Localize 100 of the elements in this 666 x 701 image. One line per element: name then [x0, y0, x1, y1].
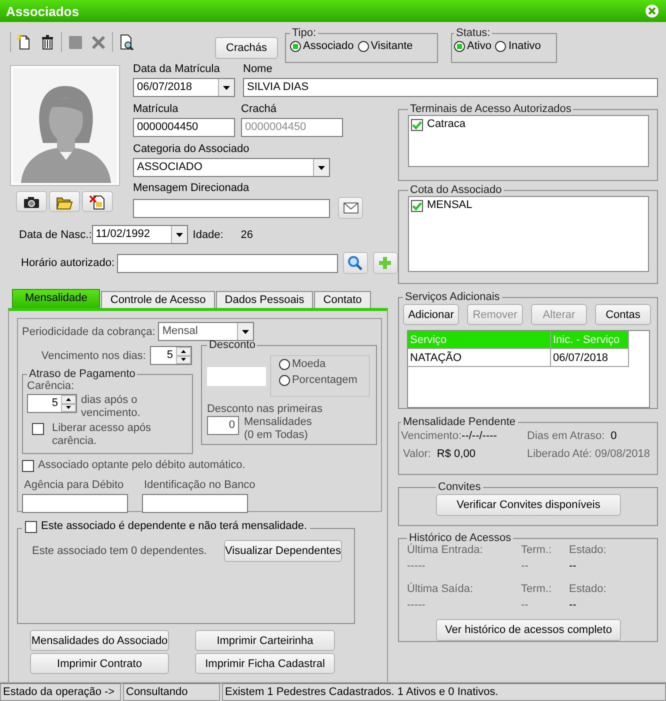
radio-button[interactable]: Visitante: [358, 40, 413, 52]
tab[interactable]: Controle de Acesso: [101, 291, 215, 308]
label: -----: [407, 599, 426, 612]
close-icon[interactable]: [645, 4, 659, 18]
caret-icon: [176, 232, 183, 236]
label: Nome: [243, 63, 272, 76]
dropdown[interactable]: 06/07/2018: [133, 78, 235, 97]
envelope-icon[interactable]: [342, 201, 358, 215]
spin-up-button[interactable]: [176, 347, 191, 356]
button[interactable]: Contas: [595, 304, 651, 325]
checkbox[interactable]: MENSAL: [411, 199, 472, 212]
search-icon[interactable]: [347, 255, 364, 271]
radio-button[interactable]: Inativo: [495, 40, 541, 52]
label: Crachá: [241, 103, 276, 116]
group-title: Terminais de Acesso Autorizados: [409, 103, 572, 115]
spin-box[interactable]: 5: [27, 394, 77, 413]
group-title: Status:: [455, 27, 492, 39]
dropdown[interactable]: ASSOCIADO: [133, 158, 330, 177]
group-title: Serviços Adicionais: [404, 291, 501, 303]
button[interactable]: Visualizar Dependentes: [224, 540, 342, 562]
label: --/--/----: [462, 430, 497, 442]
button[interactable]: Verificar Convites disponíveis: [436, 494, 621, 516]
input-field[interactable]: [22, 494, 128, 513]
spin-box[interactable]: 5: [150, 346, 192, 365]
input-field[interactable]: [116, 254, 338, 272]
label: Matrícula: [133, 103, 180, 116]
button[interactable]: Imprimir Contrato: [30, 653, 169, 674]
button[interactable]: Mensalidades do Associado: [30, 630, 169, 651]
label: Idade:: [192, 228, 224, 240]
label: Periodicidade da cobrança:: [22, 326, 156, 338]
label: R$ 0,00: [436, 448, 476, 460]
label: Última Entrada:: [407, 544, 484, 557]
table-cell: NATAÇÃO: [408, 349, 551, 367]
table-cell: 06/07/2018: [551, 349, 629, 367]
triangle-up-icon: [180, 350, 186, 353]
checkmark-icon: [412, 120, 422, 130]
label: Term.:: [521, 583, 553, 596]
tab[interactable]: Mensalidade: [12, 289, 100, 308]
status-text: Consultando: [123, 683, 220, 701]
button[interactable]: Imprimir Ficha Cadastral: [195, 653, 335, 674]
spin-up-button[interactable]: [61, 395, 76, 404]
checkbox[interactable]: Este associado é dependente e não terá mensalidade.: [25, 520, 308, 533]
input-field[interactable]: 0000004450: [133, 118, 235, 137]
label: --: [569, 560, 576, 573]
input-field[interactable]: SILVIA DIAS: [243, 78, 658, 97]
group-title: Cota do Associado: [409, 184, 503, 196]
label: Mensalidades (0 em Todas): [244, 416, 313, 442]
label: 26: [240, 228, 254, 240]
label: Valor:: [403, 448, 431, 460]
tab[interactable]: Dados Pessoais: [216, 291, 314, 308]
label: Desconto nas primeiras: [206, 403, 324, 416]
label: 0: [610, 430, 617, 442]
trash-icon[interactable]: [39, 34, 56, 50]
button[interactable]: Ver histórico de acessos completo: [436, 619, 621, 641]
button[interactable]: Imprimir Carteirinha: [195, 630, 335, 651]
label: dias após o vencimento.: [81, 394, 142, 420]
label: Estado:: [569, 544, 606, 557]
status-text: Existem 1 Pedestres Cadastrados. 1 Ativos e 0 Inativos.: [222, 683, 666, 701]
label: Data de Nasc.:: [18, 228, 92, 240]
checkbox[interactable]: Liberar acesso após carência.: [27, 422, 164, 448]
group-title: Histórico de Acessos: [409, 532, 512, 544]
group-title: Atraso de Pagamento: [28, 368, 136, 380]
input-field[interactable]: [142, 494, 248, 513]
dropdown[interactable]: 11/02/1992: [92, 225, 188, 244]
label: -----: [407, 560, 426, 573]
caret-icon: [318, 166, 325, 170]
button[interactable]: Adicionar: [403, 304, 459, 325]
input-field[interactable]: 0: [206, 416, 239, 435]
radio-button[interactable]: Moeda: [278, 358, 369, 370]
document-remove-icon[interactable]: [89, 194, 106, 210]
checkbox[interactable]: Associado optante pelo débito automático.: [22, 459, 246, 472]
group-title: Tipo:: [291, 27, 318, 39]
checkbox[interactable]: Catraca: [411, 118, 466, 131]
group-title: Desconto: [208, 339, 256, 351]
dropdown[interactable]: Mensal: [158, 322, 254, 341]
label: --: [521, 560, 530, 573]
label: Agência para Débito: [23, 479, 125, 492]
tab[interactable]: Contato: [314, 291, 371, 308]
triangle-up-icon: [66, 398, 71, 401]
radio-button[interactable]: Associado: [290, 40, 354, 52]
group-title: Convites: [437, 481, 482, 493]
label: Estado:: [569, 583, 606, 596]
radio-button[interactable]: Ativo: [454, 40, 492, 52]
label: Mensagem Direcionada: [133, 182, 250, 195]
label: Dias em Atraso:: [527, 430, 605, 442]
label: Categoria do Associado: [133, 143, 250, 156]
group-title: Mensalidade Pendente: [402, 416, 517, 428]
label: Carência:: [27, 380, 76, 393]
label: Identificação no Banco: [144, 479, 256, 492]
label: Vencimento:: [401, 430, 462, 442]
status-text: Estado da operação ->: [0, 683, 121, 701]
button[interactable]: Crachás: [215, 37, 278, 59]
label: Data da Matrícula: [133, 63, 221, 76]
document-search-icon[interactable]: [118, 34, 135, 50]
checkmark-icon: [412, 202, 422, 210]
label: Liberado Até: 09/08/2018: [527, 448, 650, 460]
label: Vencimento nos dias:: [41, 350, 146, 362]
input-field[interactable]: [133, 198, 330, 218]
radio-button[interactable]: Porcentagem: [278, 374, 369, 386]
window-title: Associados: [6, 4, 79, 18]
